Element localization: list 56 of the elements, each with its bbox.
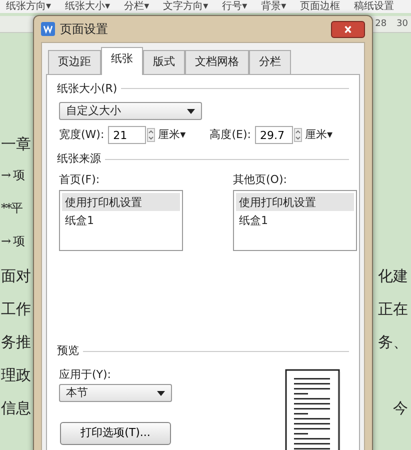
toolbar-item[interactable]: 纸张大小▾ xyxy=(65,0,110,13)
tab[interactable]: 文档网格 xyxy=(185,50,249,74)
document-text: 务、 xyxy=(378,332,408,353)
toolbar-item[interactable]: 行号▾ xyxy=(222,0,248,13)
field-label: 宽度(W): xyxy=(59,126,104,143)
section-heading: 纸张来源 xyxy=(57,151,101,167)
field-label: 首页(F): xyxy=(59,172,101,188)
toolbar-item[interactable]: 稿纸设置 xyxy=(354,0,394,13)
document-text: → 项 xyxy=(1,233,24,250)
unit-dropdown[interactable]: 厘米▾ xyxy=(304,126,332,144)
tab[interactable]: 纸张 xyxy=(101,47,143,74)
dropdown[interactable]: 自定义大小 xyxy=(59,102,202,120)
toolbar-item[interactable]: 页面边框 xyxy=(300,0,340,13)
tab[interactable]: 版式 xyxy=(143,50,185,74)
toolbar-item[interactable]: 分栏▾ xyxy=(124,0,150,13)
document-text: 一章 xyxy=(1,134,31,155)
list-box[interactable]: 使用打印机设置 纸盒1 xyxy=(59,190,183,251)
document-text: 今 xyxy=(393,398,408,419)
document-text: 务推 xyxy=(1,332,31,353)
field-label: 其他页(O): xyxy=(233,172,288,188)
ruler-number: 30 xyxy=(396,18,408,31)
document-text: 面对 xyxy=(1,266,31,287)
field-label: 高度(E): xyxy=(210,126,251,143)
list-item[interactable]: 纸盒1 xyxy=(236,211,354,229)
number-field[interactable]: 29.7 xyxy=(254,126,293,144)
list-item[interactable]: 使用打印机设置 xyxy=(62,193,180,211)
tab[interactable]: 分栏 xyxy=(249,50,291,74)
app-icon xyxy=(41,22,55,36)
toolbar-item[interactable]: 文字方向▾ xyxy=(163,0,208,13)
tab[interactable]: 页边距 xyxy=(48,50,101,74)
spinner-icon[interactable] xyxy=(147,128,156,142)
dropdown[interactable]: 本节 xyxy=(59,384,172,402)
document-text: **平 xyxy=(1,200,22,217)
unit-dropdown[interactable]: 厘米▾ xyxy=(158,126,186,144)
window-title: 页面设置 xyxy=(60,21,108,38)
ruler-number: 28 xyxy=(375,18,387,31)
document-text: 正在 xyxy=(378,299,408,320)
list-box[interactable]: 使用打印机设置 纸盒1 xyxy=(233,190,357,251)
document-text: 化建 xyxy=(378,266,408,287)
caret-icon xyxy=(187,108,195,114)
document-text: 理政 xyxy=(1,365,31,386)
list-item[interactable]: 纸盒1 xyxy=(62,211,180,229)
close-button[interactable] xyxy=(331,20,365,38)
document-text: → 项 xyxy=(1,167,24,184)
toolbar-item[interactable]: 背景▾ xyxy=(261,0,286,13)
number-field[interactable]: 21 xyxy=(108,126,146,144)
list-item[interactable]: 使用打印机设置 xyxy=(236,193,354,211)
section-heading: 纸张大小(R) xyxy=(57,80,118,96)
document-text: 信息 xyxy=(1,398,31,419)
section-heading: 预览 xyxy=(57,343,79,359)
caret-icon xyxy=(157,390,165,396)
print-options-button[interactable]: 打印选项(T)... xyxy=(60,422,171,445)
field-label: 应用于(Y): xyxy=(59,366,112,382)
spinner-icon[interactable] xyxy=(294,128,302,142)
toolbar-item[interactable]: 纸张方向▾ xyxy=(6,0,52,13)
document-text: 工作 xyxy=(1,299,31,320)
